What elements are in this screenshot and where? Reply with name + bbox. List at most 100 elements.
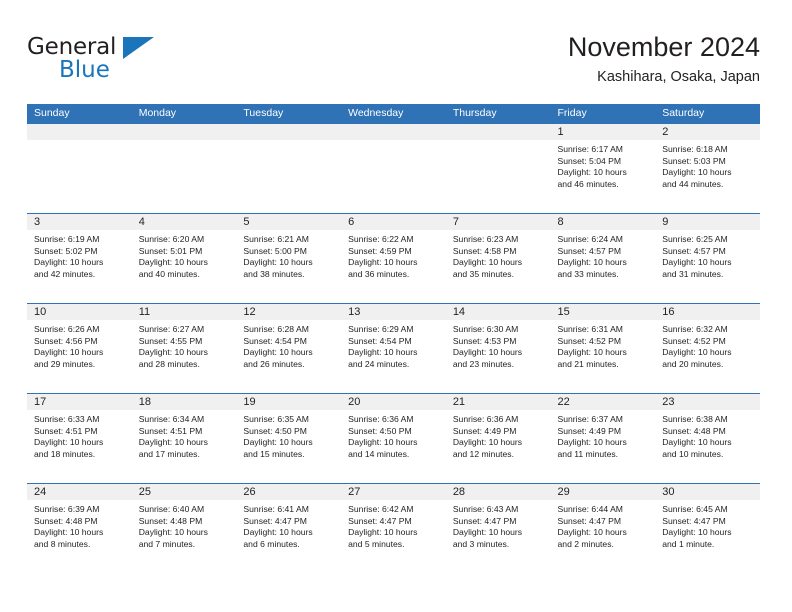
sunrise-time: Sunrise: 6:34 AM	[138, 414, 205, 424]
sunset-time: Sunset: 4:51 PM	[34, 425, 98, 436]
calendar-day-cell[interactable]: 10 Sunrise: 6:26 AM Sunset: 4:56 PM Dayligh…	[27, 304, 132, 393]
calendar-day-cell[interactable]: 26 Sunrise: 6:41 AM Sunset: 4:47 PM Dayligh…	[236, 484, 342, 573]
daylight-duration-line1: Daylight: 10 hours	[452, 347, 523, 358]
calendar-day-cell[interactable]: 9 Sunrise: 6:25 AM Sunset: 4:57 PM Daylight…	[655, 214, 760, 303]
day-number-band: 10	[27, 304, 132, 320]
day-number: 13	[348, 306, 361, 318]
sunset-time: Sunset: 4:52 PM	[662, 335, 726, 346]
weekday-header-label: Tuesday	[243, 107, 284, 119]
day-number-band: 19	[236, 394, 342, 410]
calendar-day-cell[interactable]: 11 Sunrise: 6:27 AM Sunset: 4:55 PM Dayligh…	[131, 304, 237, 393]
daylight-duration-line1: Daylight: 10 hours	[138, 347, 208, 358]
calendar-day-cell[interactable]: 20 Sunrise: 6:36 AM Sunset: 4:50 PM Dayligh…	[341, 394, 446, 483]
daylight-duration-line1: Daylight: 10 hours	[138, 527, 208, 538]
calendar-day-cell[interactable]: 13 Sunrise: 6:29 AM Sunset: 4:54 PM Dayligh…	[341, 304, 446, 393]
sunrise-time: Sunrise: 6:22 AM	[348, 234, 414, 244]
daylight-duration-line2: and 14 minutes.	[348, 448, 410, 459]
sunset-time: Sunset: 4:48 PM	[138, 515, 203, 526]
day-number-band: 26	[236, 484, 342, 500]
day-details: Sunrise: 6:22 AM Sunset: 4:59 PM Daylight:…	[341, 230, 446, 280]
calendar-day-cell[interactable]: 18 Sunrise: 6:34 AM Sunset: 4:51 PM Dayligh…	[131, 394, 237, 483]
sunset-time: Sunset: 4:48 PM	[662, 425, 726, 436]
sunset-time: Sunset: 5:04 PM	[557, 155, 622, 166]
sunrise-time: Sunrise: 6:35 AM	[243, 414, 309, 424]
calendar-day-cell[interactable]: 25 Sunrise: 6:40 AM Sunset: 4:48 PM Dayligh…	[131, 484, 237, 573]
daylight-duration-line2: and 42 minutes.	[34, 268, 96, 279]
daylight-duration-line1: Daylight: 10 hours	[138, 257, 208, 268]
day-number: 25	[138, 486, 151, 498]
sunrise-time: Sunrise: 6:40 AM	[138, 504, 205, 514]
day-details: Sunrise: 6:28 AM Sunset: 4:54 PM Daylight:…	[236, 320, 341, 370]
day-details: Sunrise: 6:19 AM Sunset: 5:02 PM Daylight:…	[27, 230, 132, 280]
calendar-day-cell[interactable]: 12 Sunrise: 6:28 AM Sunset: 4:54 PM Dayligh…	[236, 304, 342, 393]
sunset-time: Sunset: 4:57 PM	[557, 245, 622, 256]
day-number: 20	[348, 396, 361, 408]
sunrise-time: Sunrise: 6:36 AM	[348, 414, 414, 424]
calendar-day-cell[interactable]: 23 Sunrise: 6:38 AM Sunset: 4:48 PM Dayligh…	[655, 394, 760, 483]
sunset-time: Sunset: 4:57 PM	[662, 245, 726, 256]
day-number-band: 8	[550, 214, 656, 230]
daylight-duration-line2: and 7 minutes.	[138, 538, 196, 549]
day-number: 7	[452, 216, 459, 228]
day-details: Sunrise: 6:39 AM Sunset: 4:48 PM Daylight:…	[27, 500, 132, 550]
calendar-day-cell[interactable]: 5 Sunrise: 6:21 AM Sunset: 5:00 PM Daylight…	[236, 214, 342, 303]
calendar-day-cell[interactable]: 16 Sunrise: 6:32 AM Sunset: 4:52 PM Dayligh…	[655, 304, 760, 393]
sunrise-time: Sunrise: 6:27 AM	[138, 324, 205, 334]
day-number-band: 25	[131, 484, 237, 500]
calendar-week-row: 10 Sunrise: 6:26 AM Sunset: 4:56 PM Dayligh…	[27, 303, 760, 393]
day-number-band: 27	[341, 484, 446, 500]
sunset-time: Sunset: 4:49 PM	[557, 425, 622, 436]
sunset-time: Sunset: 5:02 PM	[34, 245, 98, 256]
calendar-grid: Sunday Monday Tuesday Wednesday Thursday Frid…	[27, 104, 760, 573]
page-subtitle: Kashihara, Osaka, Japan	[597, 69, 760, 85]
daylight-duration-line2: and 23 minutes.	[452, 358, 514, 369]
logo-triangle-icon	[123, 37, 154, 59]
day-number-band: 20	[341, 394, 446, 410]
day-number-band: 22	[550, 394, 656, 410]
calendar-day-cell[interactable]: 24 Sunrise: 6:39 AM Sunset: 4:48 PM Dayligh…	[27, 484, 132, 573]
calendar-day-cell[interactable]: 7 Sunrise: 6:23 AM Sunset: 4:58 PM Daylight…	[445, 214, 551, 303]
day-details: Sunrise: 6:20 AM Sunset: 5:01 PM Daylight:…	[132, 230, 237, 280]
day-details: Sunrise: 6:45 AM Sunset: 4:47 PM Daylight:…	[655, 500, 760, 550]
day-number: 23	[662, 396, 675, 408]
day-number-band: 4	[131, 214, 237, 230]
weekday-header-saturday: Saturday	[655, 104, 760, 123]
sunrise-time: Sunrise: 6:29 AM	[348, 324, 414, 334]
day-number: 22	[557, 396, 570, 408]
daylight-duration-line1: Daylight: 10 hours	[557, 527, 627, 538]
calendar-day-cell[interactable]: 21 Sunrise: 6:36 AM Sunset: 4:49 PM Dayligh…	[445, 394, 551, 483]
day-details: Sunrise: 6:36 AM Sunset: 4:50 PM Daylight:…	[341, 410, 446, 460]
calendar-day-cell[interactable]: 14 Sunrise: 6:30 AM Sunset: 4:53 PM Dayligh…	[445, 304, 551, 393]
calendar-day-cell[interactable]: 6 Sunrise: 6:22 AM Sunset: 4:59 PM Daylight…	[341, 214, 446, 303]
calendar-day-cell[interactable]: 1 Sunrise: 6:17 AM Sunset: 5:04 PM Daylight…	[550, 124, 656, 213]
daylight-duration-line1: Daylight: 10 hours	[34, 437, 104, 448]
calendar-day-cell[interactable]: 2 Sunrise: 6:18 AM Sunset: 5:03 PM Daylight…	[655, 124, 760, 213]
calendar-day-cell[interactable]: 19 Sunrise: 6:35 AM Sunset: 4:50 PM Dayligh…	[236, 394, 342, 483]
calendar-day-cell[interactable]: 27 Sunrise: 6:42 AM Sunset: 4:47 PM Dayligh…	[341, 484, 446, 573]
day-number: 1	[557, 126, 564, 138]
calendar-day-cell[interactable]: 17 Sunrise: 6:33 AM Sunset: 4:51 PM Dayligh…	[27, 394, 132, 483]
sunset-time: Sunset: 4:47 PM	[557, 515, 622, 526]
day-number-band: 16	[655, 304, 760, 320]
sunset-time: Sunset: 5:03 PM	[662, 155, 726, 166]
calendar-day-cell[interactable]: 15 Sunrise: 6:31 AM Sunset: 4:52 PM Dayligh…	[550, 304, 656, 393]
day-number: 19	[243, 396, 256, 408]
calendar-day-cell[interactable]: 4 Sunrise: 6:20 AM Sunset: 5:01 PM Daylight…	[131, 214, 237, 303]
calendar-day-cell[interactable]: 29 Sunrise: 6:44 AM Sunset: 4:47 PM Dayligh…	[550, 484, 656, 573]
weekday-header-label: Thursday	[452, 107, 497, 119]
daylight-duration-line2: and 24 minutes.	[348, 358, 410, 369]
day-number-band	[445, 124, 551, 140]
calendar-day-cell[interactable]: 30 Sunrise: 6:45 AM Sunset: 4:47 PM Dayligh…	[655, 484, 760, 573]
calendar-day-cell[interactable]: 3 Sunrise: 6:19 AM Sunset: 5:02 PM Daylight…	[27, 214, 132, 303]
daylight-duration-line1: Daylight: 10 hours	[243, 437, 313, 448]
sunset-time: Sunset: 4:54 PM	[243, 335, 307, 346]
sunset-time: Sunset: 4:47 PM	[662, 515, 726, 526]
calendar-day-cell[interactable]: 22 Sunrise: 6:37 AM Sunset: 4:49 PM Dayligh…	[550, 394, 656, 483]
sunset-time: Sunset: 4:58 PM	[452, 245, 517, 256]
calendar-day-cell[interactable]: 8 Sunrise: 6:24 AM Sunset: 4:57 PM Daylight…	[550, 214, 656, 303]
day-details: Sunrise: 6:24 AM Sunset: 4:57 PM Daylight:…	[551, 230, 656, 280]
sunset-time: Sunset: 4:56 PM	[34, 335, 98, 346]
daylight-duration-line1: Daylight: 10 hours	[452, 527, 523, 538]
day-number: 16	[662, 306, 675, 318]
calendar-day-cell[interactable]: 28 Sunrise: 6:43 AM Sunset: 4:47 PM Dayligh…	[445, 484, 551, 573]
